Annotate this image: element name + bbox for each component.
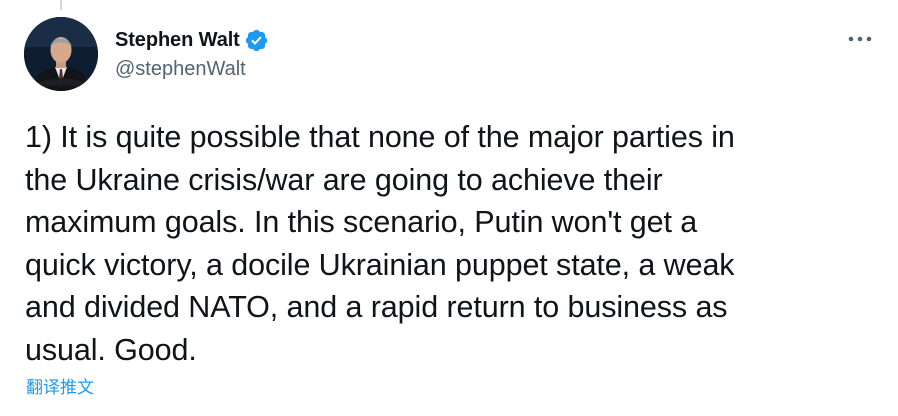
more-options-icon	[848, 36, 872, 42]
profile-photo-icon	[24, 17, 98, 91]
more-options-button[interactable]	[844, 28, 876, 50]
verified-badge-icon	[244, 28, 269, 53]
thread-connector-line	[60, 0, 62, 10]
author-display-name[interactable]: Stephen Walt	[115, 29, 240, 52]
author-name-row: Stephen Walt	[115, 27, 269, 53]
tweet-text: 1) It is quite possible that none of the…	[25, 120, 735, 367]
avatar[interactable]	[24, 17, 98, 91]
author-handle[interactable]: @stephenWalt	[115, 58, 246, 81]
translate-tweet-link[interactable]: 翻译推文	[26, 373, 94, 398]
